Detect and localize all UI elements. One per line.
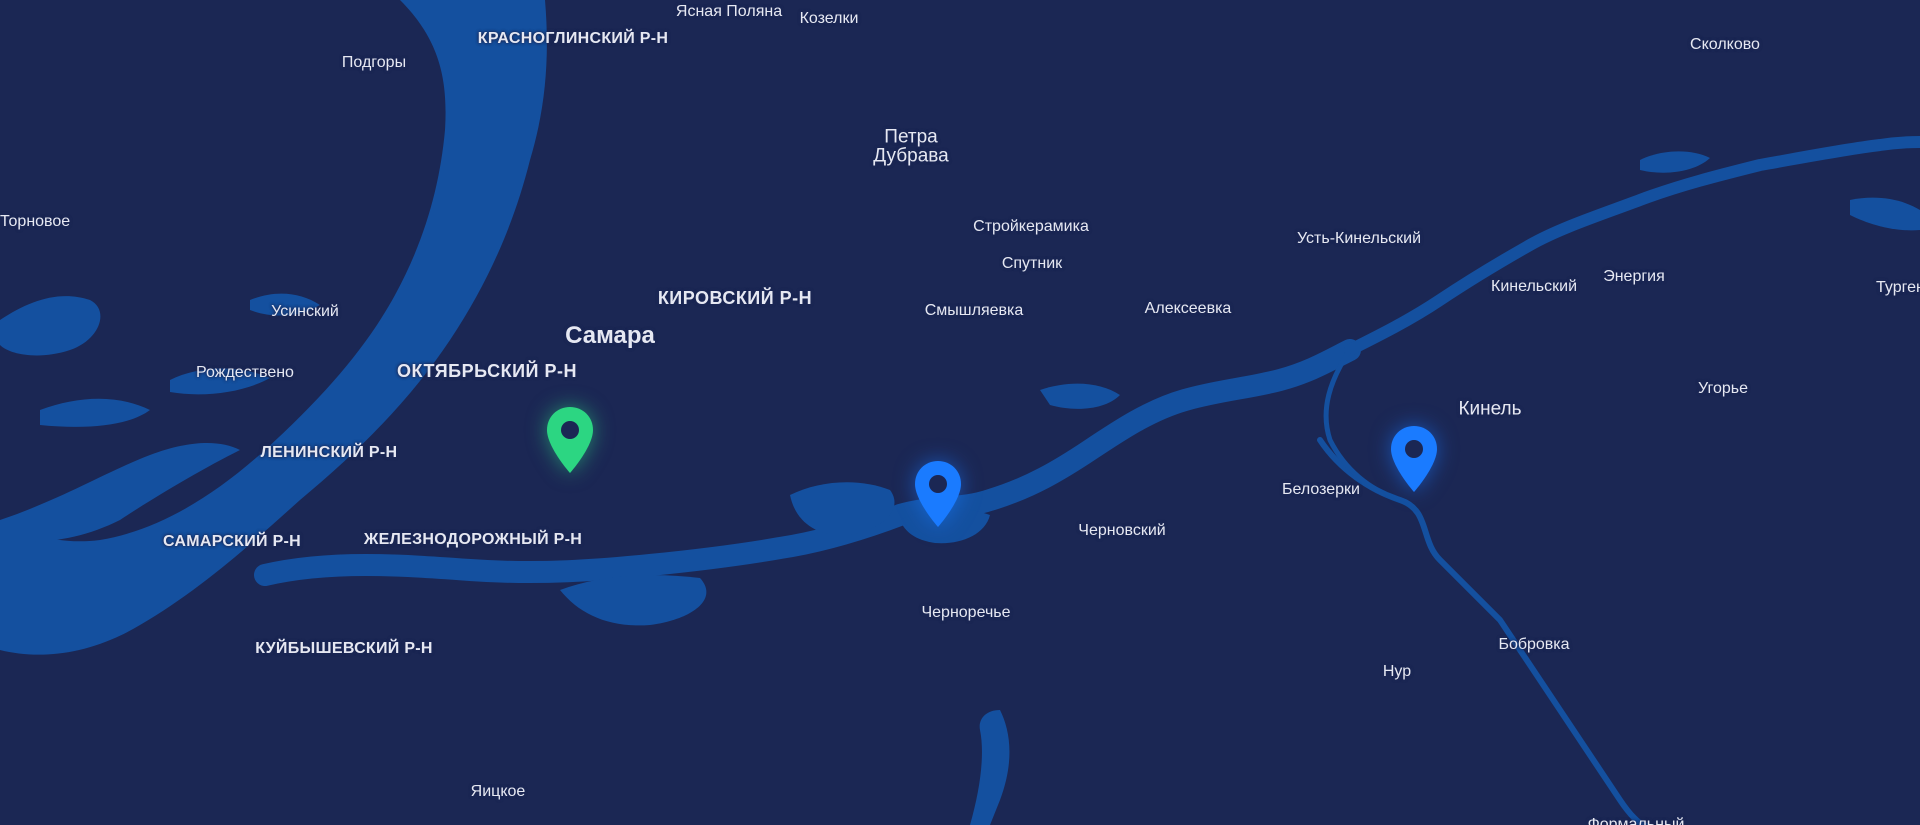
samara-river-2 (1344, 136, 1920, 356)
town-label-kinel: Кинель (1458, 398, 1522, 420)
district-label-krasnoglinsky: КРАСНОГЛИНСКИЙ Р-Н (477, 30, 669, 47)
place-label-yaitskoe: Яицкое (470, 783, 526, 800)
place-label-energiya: Энергия (1603, 268, 1665, 285)
place-label-petra: Петра (884, 126, 938, 148)
place-label-podgory: Подгоры (341, 54, 407, 71)
map-pin-icon (915, 461, 961, 527)
place-label-belozerki: Белозерки (1282, 481, 1360, 498)
district-label-samarsky: САМАРСКИЙ Р-Н (162, 533, 302, 550)
map-marker-green[interactable] (545, 405, 595, 475)
place-label-ugorye: Угорье (1698, 380, 1748, 397)
place-label-chernovsky: Черновский (1078, 522, 1166, 539)
map-marker-blue-kinel[interactable] (1389, 424, 1439, 494)
place-label-usinsky: Усинский (271, 303, 339, 320)
place-label-alekseevka: Алексеевка (1144, 300, 1232, 317)
district-label-kirovsky: КИРОВСКИЙ Р-Н (657, 288, 813, 308)
map-pin-icon (547, 407, 593, 473)
place-label-tornovoe: Торновое (0, 213, 71, 230)
place-label-nur: Нур (1382, 663, 1412, 680)
map-marker-blue-chernovsky[interactable] (913, 459, 963, 529)
samara-floodplain-4 (1040, 383, 1120, 409)
map-pin-icon (1391, 426, 1437, 492)
map-canvas[interactable]: Ясная Поляна Козелки КРАСНОГЛИНСКИЙ Р-Н … (0, 0, 1920, 825)
water-layer (0, 0, 1920, 825)
place-label-smyshlyaevka: Смышляевка (924, 302, 1024, 319)
district-label-kuybyshevsky: КУЙБЫШЕВСКИЙ Р-Н (255, 640, 433, 657)
place-label-bobrovka: Бобровка (1498, 636, 1570, 653)
northeast-lake-2 (1850, 197, 1920, 231)
place-label-rozhdestveno: Рождествено (196, 364, 294, 381)
city-label-samara: Самара (565, 322, 655, 349)
bottom-channel (970, 710, 1010, 825)
northeast-lake-1 (1640, 151, 1710, 173)
district-label-leninsky: ЛЕНИНСКИЙ Р-Н (260, 444, 398, 461)
place-label-yasnaya-polyana: Ясная Поляна (675, 3, 783, 20)
place-label-formalny: Формальный (1587, 816, 1685, 825)
place-label-sputnik: Спутник (1001, 255, 1063, 272)
place-label-kinelsky: Кинельский (1490, 278, 1578, 295)
place-label-turgenevka: Тургеневка (1876, 279, 1920, 296)
district-label-zheleznodorozhny: ЖЕЛЕЗНОДОРОЖНЫЙ Р-Н (363, 531, 583, 548)
samara-floodplain-1 (560, 575, 707, 626)
place-label-stroykeramika: Стройкерамика (973, 218, 1089, 235)
place-label-chernorechye: Черноречье (921, 604, 1011, 621)
place-label-ust-kinelsky: Усть-Кинельский (1296, 230, 1422, 247)
kinel-river (1317, 437, 1648, 825)
place-label-kozelki: Козелки (799, 10, 859, 27)
place-label-dubrava: Дубрава (873, 145, 949, 167)
place-label-skolkovo: Сколково (1690, 36, 1760, 53)
district-label-oktyabrsky: ОКТЯБРЬСКИЙ Р-Н (397, 361, 577, 381)
